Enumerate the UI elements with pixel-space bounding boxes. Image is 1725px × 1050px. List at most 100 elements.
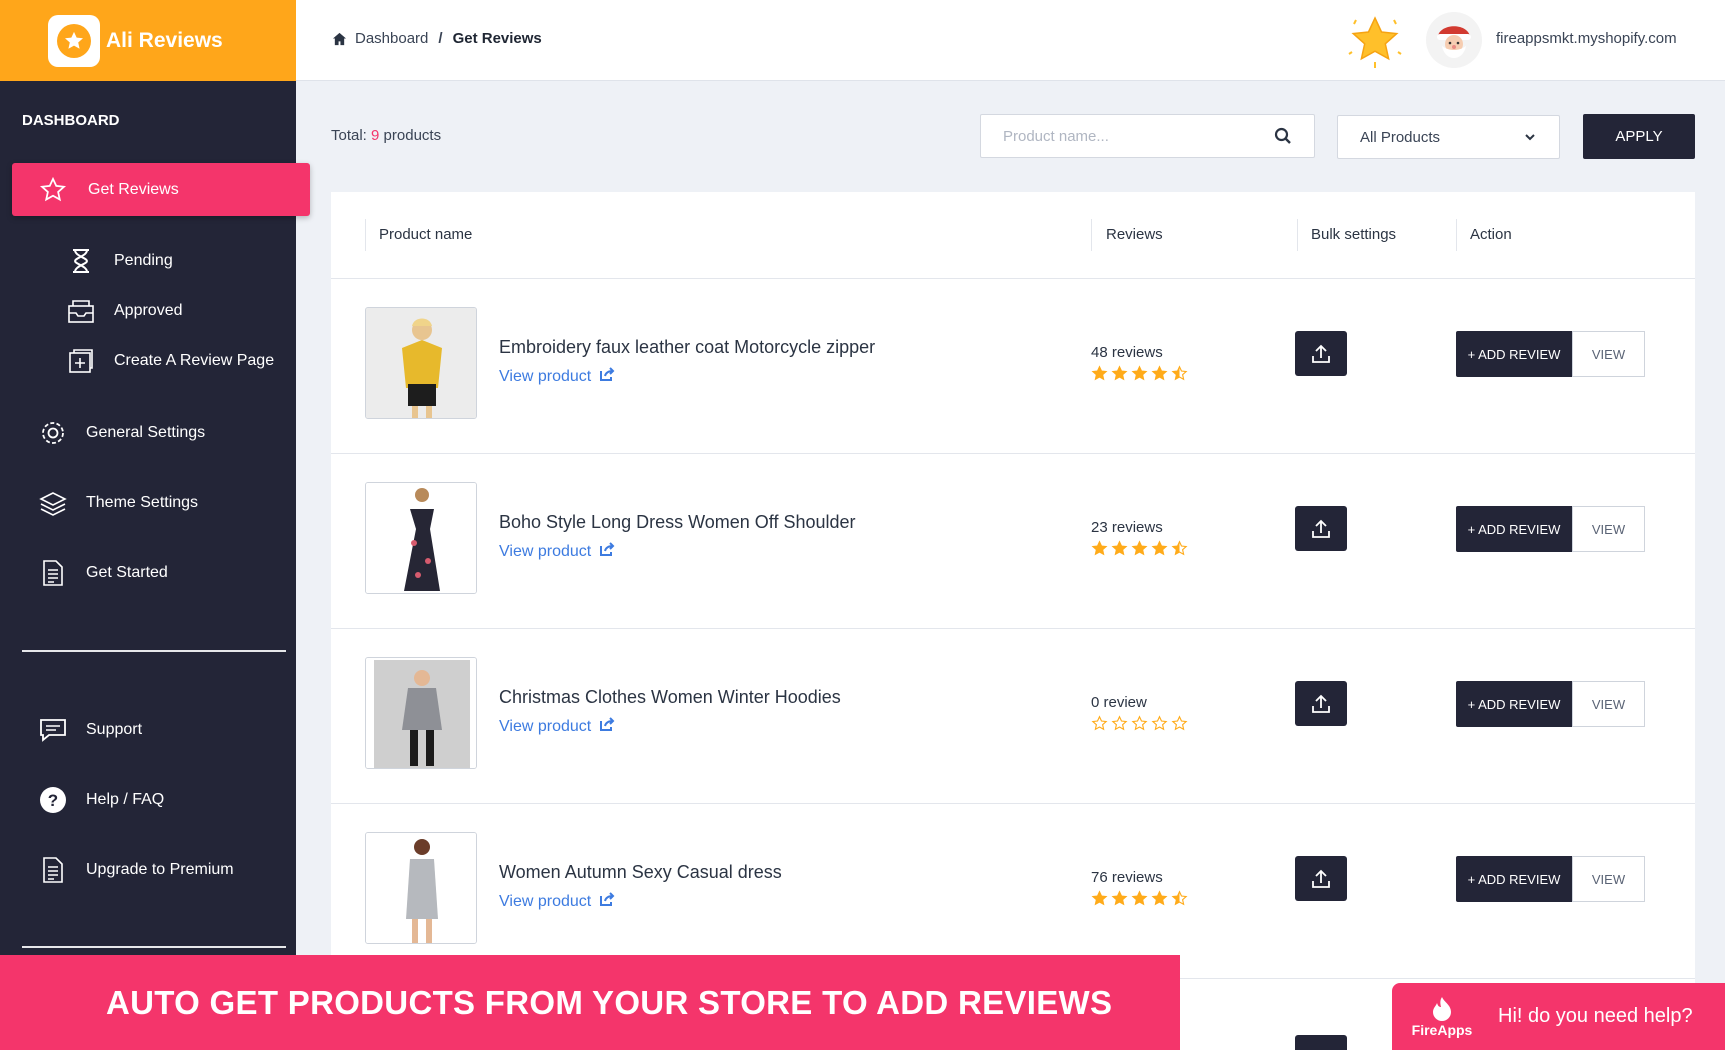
star-empty-icon (1171, 715, 1188, 737)
help-chat-widget[interactable]: FireApps Hi! do you need help? (1392, 983, 1725, 1050)
view-button[interactable]: VIEW (1572, 681, 1645, 727)
sidebar-item-get-started[interactable]: Get Started (38, 558, 168, 588)
product-name: Women Autumn Sexy Casual dress (499, 862, 782, 882)
sidebar-item-approved[interactable]: Approved (66, 296, 183, 326)
product-thumbnail[interactable] (365, 657, 477, 769)
table-row: Embroidery faux leather coat Motorcycle … (331, 279, 1695, 454)
total-products: Total: 9 products (331, 127, 441, 144)
view-product-link[interactable]: View product (499, 367, 615, 386)
star-empty-icon (1131, 715, 1148, 737)
sidebar-item-help-faq[interactable]: ? Help / FAQ (38, 785, 164, 815)
view-button[interactable]: VIEW (1572, 331, 1645, 377)
header-divider (1297, 219, 1298, 251)
brand-header[interactable]: Ali Reviews (0, 0, 296, 81)
view-button[interactable]: VIEW (1572, 856, 1645, 902)
gear-icon (38, 418, 68, 448)
table-row: Women Autumn Sexy Casual dress View prod… (331, 804, 1695, 979)
search-input[interactable] (981, 127, 1261, 145)
total-prefix: Total: (331, 127, 372, 144)
external-link-icon (599, 542, 615, 561)
star-full-icon (1091, 365, 1108, 387)
star-full-icon (1111, 540, 1128, 562)
add-review-button[interactable]: + ADD REVIEW (1456, 681, 1572, 727)
star-full-icon (1091, 890, 1108, 912)
sidebar-heading: DASHBOARD (22, 112, 120, 129)
header-divider (1091, 219, 1092, 251)
rating-star-icon[interactable] (1346, 12, 1404, 70)
external-link-icon (599, 892, 615, 911)
product-thumbnail[interactable] (365, 482, 477, 594)
sidebar-item-label: Create A Review Page (114, 352, 275, 369)
breadcrumb-home-link[interactable]: Dashboard (355, 30, 428, 47)
chat-icon (38, 715, 68, 745)
view-product-label: View product (499, 892, 592, 910)
product-name: Boho Style Long Dress Women Off Shoulder (499, 512, 856, 532)
chevron-down-icon (1523, 130, 1537, 148)
product-name: Christmas Clothes Women Winter Hoodies (499, 687, 841, 707)
add-review-button[interactable]: + ADD REVIEW (1456, 506, 1572, 552)
header-product-name: Product name (379, 226, 473, 243)
breadcrumb-separator: / (438, 30, 443, 47)
sidebar-divider (22, 650, 286, 652)
question-icon: ? (38, 785, 68, 815)
star-rating (1091, 540, 1188, 562)
product-thumbnail[interactable] (365, 832, 477, 944)
search-icon[interactable] (1274, 127, 1292, 150)
product-thumbnail[interactable] (365, 307, 477, 419)
sidebar-item-general-settings[interactable]: General Settings (38, 418, 205, 448)
bulk-upload-button[interactable] (1295, 681, 1347, 726)
star-full-icon (1131, 365, 1148, 387)
review-count: 76 reviews (1091, 869, 1163, 886)
breadcrumb: Dashboard / Get Reviews (332, 30, 542, 47)
sidebar-item-label: Get Reviews (88, 180, 179, 198)
sidebar-item-create-review-page[interactable]: Create A Review Page (66, 346, 274, 376)
star-rating (1091, 890, 1188, 912)
sidebar-item-pending[interactable]: Pending (66, 246, 173, 276)
product-filter-select[interactable]: All Products (1337, 115, 1560, 159)
add-review-button[interactable]: + ADD REVIEW (1456, 856, 1572, 902)
document-icon (38, 558, 68, 588)
star-rating (1091, 365, 1188, 387)
app-name: Ali Reviews (106, 28, 223, 52)
view-product-link[interactable]: View product (499, 717, 615, 736)
avatar[interactable] (1426, 12, 1482, 68)
add-page-icon (66, 346, 96, 376)
star-half-icon (1171, 540, 1188, 562)
star-half-icon (1171, 365, 1188, 387)
apply-button[interactable]: APPLY (1583, 114, 1695, 159)
bulk-upload-button[interactable] (1295, 856, 1347, 901)
sidebar-item-support[interactable]: Support (38, 715, 142, 745)
app-logo-icon (48, 14, 100, 67)
star-full-icon (1151, 890, 1168, 912)
bulk-upload-button[interactable] (1295, 331, 1347, 376)
sidebar-item-label: Upgrade to Premium (86, 861, 234, 878)
sidebar-item-label: Theme Settings (86, 494, 199, 511)
star-rating (1091, 715, 1188, 737)
add-review-button[interactable]: + ADD REVIEW (1456, 331, 1572, 377)
view-product-link[interactable]: View product (499, 542, 615, 561)
promo-banner: AUTO GET PRODUCTS FROM YOUR STORE TO ADD… (0, 955, 1180, 1050)
document-icon (38, 855, 68, 885)
sidebar-item-label: Approved (114, 302, 183, 319)
total-suffix: products (379, 127, 442, 144)
view-product-link[interactable]: View product (499, 892, 615, 911)
sidebar-item-upgrade-premium[interactable]: Upgrade to Premium (38, 855, 234, 885)
fireapps-logo-icon: FireApps (1406, 996, 1478, 1038)
shop-domain[interactable]: fireappsmkt.myshopify.com (1496, 30, 1677, 47)
external-link-icon (599, 367, 615, 386)
bulk-upload-button[interactable] (1295, 1035, 1347, 1050)
sidebar-item-label: Support (86, 721, 143, 738)
bulk-upload-button[interactable] (1295, 506, 1347, 551)
external-link-icon (599, 717, 615, 736)
home-icon[interactable] (332, 32, 347, 46)
view-product-label: View product (499, 367, 592, 385)
inbox-icon (66, 296, 96, 326)
star-empty-icon (1151, 715, 1168, 737)
sidebar-item-theme-settings[interactable]: Theme Settings (38, 488, 198, 518)
header-bulk-settings: Bulk settings (1311, 226, 1397, 243)
sidebar-item-get-reviews[interactable]: Get Reviews (12, 163, 310, 216)
star-full-icon (1091, 540, 1108, 562)
sidebar-item-label: Get Started (86, 564, 168, 581)
view-button[interactable]: VIEW (1572, 506, 1645, 552)
help-brand: FireApps (1411, 1021, 1473, 1038)
